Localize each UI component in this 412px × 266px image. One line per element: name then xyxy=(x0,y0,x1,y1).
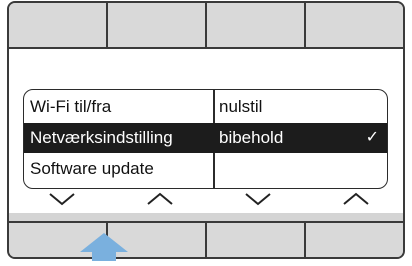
option-keep[interactable]: bibehold xyxy=(219,123,283,153)
softkey-bottom-4[interactable] xyxy=(306,223,403,257)
chevron-up-icon[interactable] xyxy=(341,191,371,207)
display-screen: Wi-Fi til/fra nulstil Netværksindstillin… xyxy=(9,47,403,213)
settings-list: Wi-Fi til/fra nulstil Netværksindstillin… xyxy=(23,89,388,189)
chevron-down-icon[interactable] xyxy=(243,191,273,207)
softkey-top-4[interactable] xyxy=(306,3,403,47)
chevron-up-icon[interactable] xyxy=(145,191,175,207)
menu-item-network-settings[interactable]: Netværksindstilling xyxy=(30,123,173,153)
menu-item-wifi[interactable]: Wi-Fi til/fra xyxy=(30,92,111,122)
device-panel: Wi-Fi til/fra nulstil Netværksindstillin… xyxy=(7,1,405,259)
checkmark-icon: ✓ xyxy=(365,129,379,146)
softkey-row-bottom xyxy=(9,221,403,257)
list-row-selected[interactable]: Netværksindstilling bibehold ✓ xyxy=(24,123,387,153)
list-row[interactable]: Software update xyxy=(24,154,387,184)
option-reset[interactable]: nulstil xyxy=(219,92,262,122)
softkey-top-2[interactable] xyxy=(108,3,207,47)
softkey-top-3[interactable] xyxy=(207,3,306,47)
press-indicator-arrow-icon xyxy=(78,232,130,261)
softkey-bottom-3[interactable] xyxy=(207,223,306,257)
softkey-top-1[interactable] xyxy=(9,3,108,47)
list-row[interactable]: Wi-Fi til/fra nulstil xyxy=(24,92,387,122)
chevron-down-icon[interactable] xyxy=(47,191,77,207)
menu-item-software-update[interactable]: Software update xyxy=(30,154,154,184)
softkey-row-top xyxy=(9,3,403,47)
